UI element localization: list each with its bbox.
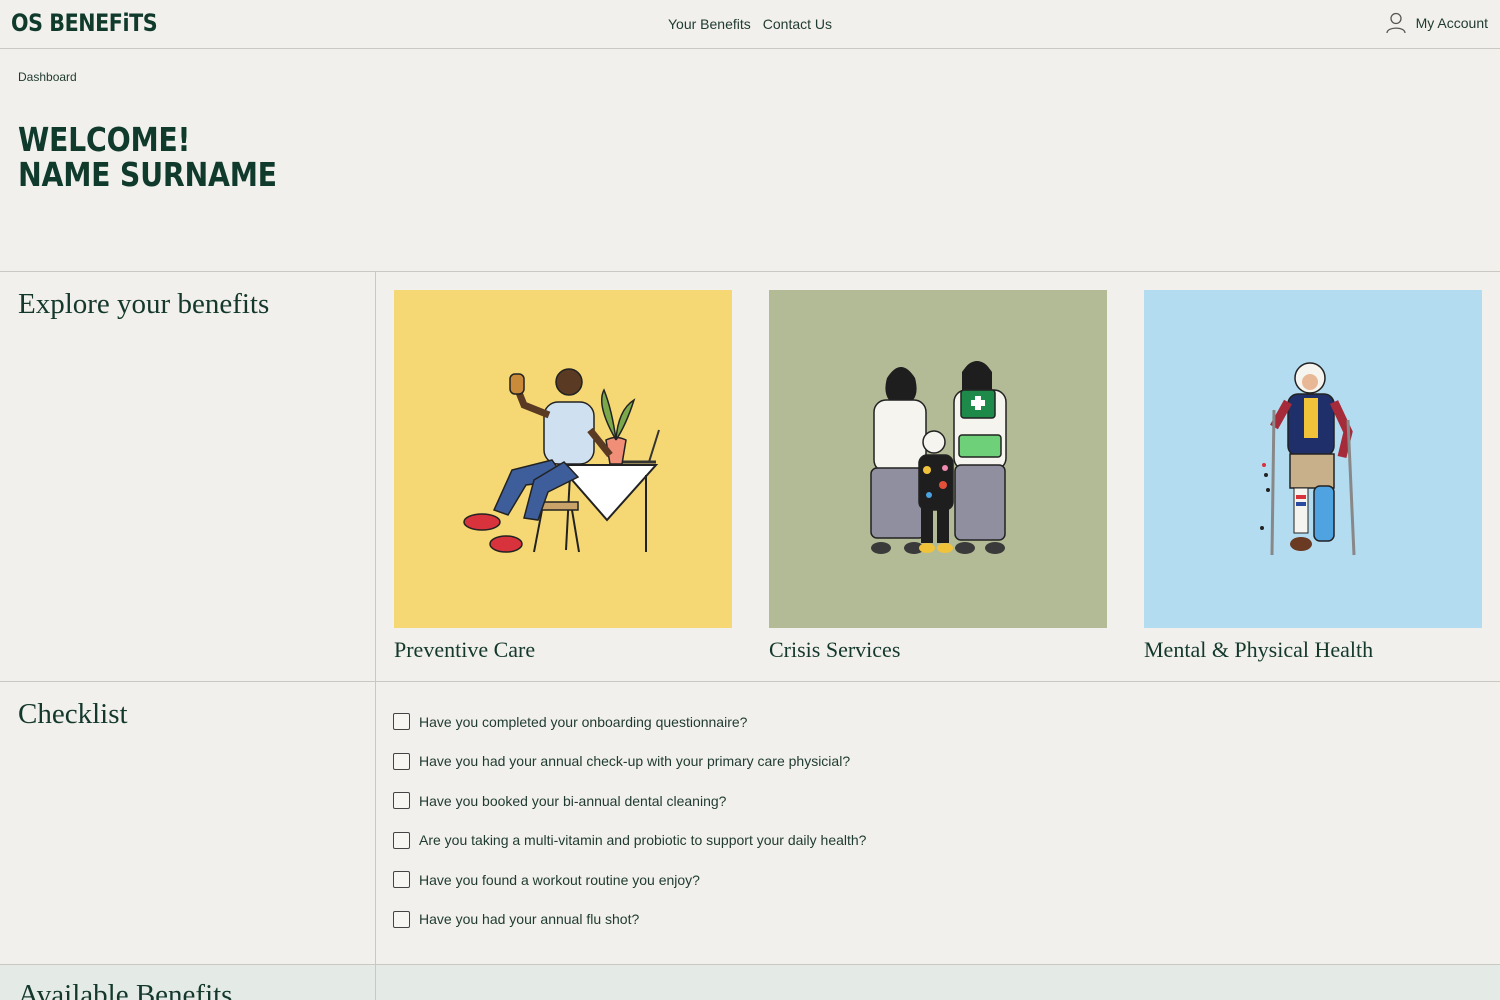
checklist-section: Checklist Have you completed your onboar… [0,681,1500,965]
section-divider [375,272,376,682]
explore-benefits-section: Explore your benefits Preventive Care Cr… [0,271,1500,682]
crisis-services-illustration [769,290,1107,628]
checkbox[interactable] [393,752,410,770]
section-divider [375,682,376,965]
card-label: Mental & Physical Health [1144,637,1374,662]
top-navigation-bar: OS BENEFiTS Your Benefits Contact Us My … [0,0,1500,49]
checklist-item-label: Are you taking a multi-vitamin and probi… [419,832,867,849]
checklist-item-label: Have you found a workout routine you enj… [419,871,700,888]
breadcrumb[interactable]: Dashboard [18,70,77,84]
card-mental-physical-health[interactable]: Mental & Physical Health [1144,290,1482,663]
checklist-item[interactable]: Have you booked your bi-annual dental cl… [393,781,866,821]
available-benefits-title: Available Benefits [18,979,233,1000]
checklist-title: Checklist [18,698,128,730]
checklist-item[interactable]: Have you had your annual flu shot? [393,900,866,940]
checklist-item[interactable]: Are you taking a multi-vitamin and probi… [393,821,866,861]
checkbox[interactable] [393,792,410,810]
checklist-item[interactable]: Have you completed your onboarding quest… [393,702,866,742]
welcome-line: WELCOME! [18,120,191,159]
user-name: NAME SURNAME [18,155,277,194]
checklist-item-label: Have you booked your bi-annual dental cl… [419,792,727,809]
user-icon [1385,12,1406,34]
nav-your-benefits[interactable]: Your Benefits [668,16,751,32]
checklist-item-label: Have you had your annual flu shot? [419,911,640,928]
brand-logo[interactable]: OS BENEFiTS [11,9,158,37]
my-account-label: My Account [1415,15,1488,31]
benefit-cards: Preventive Care Crisis Services Mental &… [394,290,1482,663]
card-preventive-care[interactable]: Preventive Care [394,290,732,663]
welcome-heading: WELCOME! NAME SURNAME [18,122,277,192]
explore-title: Explore your benefits [18,288,270,320]
checkbox[interactable] [393,713,410,731]
my-account-link[interactable]: My Account [1385,12,1488,34]
mental-physical-health-illustration [1144,290,1482,628]
preventive-care-illustration [394,290,732,628]
checkbox[interactable] [393,910,410,928]
card-label: Preventive Care [394,637,536,662]
nav-contact-us[interactable]: Contact Us [763,16,832,32]
checklist-items: Have you completed your onboarding quest… [393,702,866,939]
available-benefits-section: Available Benefits [0,964,1500,1000]
main-nav: Your Benefits Contact Us [668,16,832,32]
checkbox[interactable] [393,831,410,849]
checklist-item[interactable]: Have you found a workout routine you enj… [393,860,866,900]
card-label: Crisis Services [769,637,901,662]
section-divider [375,965,376,1000]
checkbox[interactable] [393,871,410,889]
checklist-item-label: Have you completed your onboarding quest… [419,713,748,730]
card-crisis-services[interactable]: Crisis Services [769,290,1107,663]
checklist-item-label: Have you had your annual check-up with y… [419,753,851,770]
checklist-item[interactable]: Have you had your annual check-up with y… [393,742,866,782]
